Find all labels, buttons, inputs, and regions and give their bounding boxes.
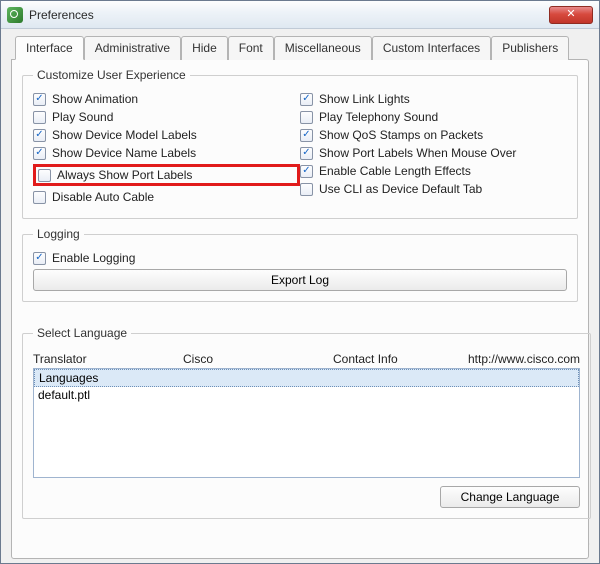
checkbox-icon <box>300 111 313 124</box>
group-customize: Customize User Experience Show Animation… <box>22 68 578 219</box>
export-log-button[interactable]: Export Log <box>33 269 567 291</box>
checkbox-label: Show Device Model Labels <box>52 128 197 142</box>
tab-miscellaneous[interactable]: Miscellaneous <box>274 36 372 60</box>
checkbox-enable-logging[interactable]: Enable Logging <box>33 251 567 265</box>
language-listbox[interactable]: Languagesdefault.ptl <box>33 368 580 478</box>
checkbox-label: Show Device Name Labels <box>52 146 196 160</box>
checkbox-show-device-name-labels[interactable]: Show Device Name Labels <box>33 146 300 160</box>
tab-panel: Customize User Experience Show Animation… <box>11 59 589 559</box>
group-language-title: Select Language <box>33 326 131 340</box>
checkbox-label: Enable Cable Length Effects <box>319 164 471 178</box>
tab-hide[interactable]: Hide <box>181 36 228 60</box>
change-language-button[interactable]: Change Language <box>440 486 580 508</box>
list-item[interactable]: Languages <box>34 369 579 387</box>
checkbox-label: Play Telephony Sound <box>319 110 438 124</box>
checkbox-label: Enable Logging <box>52 251 135 265</box>
header-cisco: Cisco <box>183 352 333 366</box>
checkbox-icon <box>33 93 46 106</box>
checkbox-icon <box>33 129 46 142</box>
content-area: Interface Administrative Hide Font Misce… <box>1 29 599 563</box>
group-language: Select Language Translator Cisco Contact… <box>22 326 591 519</box>
checkbox-label: Show Link Lights <box>319 92 410 106</box>
list-item[interactable]: default.ptl <box>34 387 579 403</box>
checkbox-label: Show Animation <box>52 92 138 106</box>
tab-administrative[interactable]: Administrative <box>84 36 181 60</box>
checkbox-play-sound[interactable]: Play Sound <box>33 110 300 124</box>
checkbox-label: Show Port Labels When Mouse Over <box>319 146 516 160</box>
preferences-window: Preferences ✕ Interface Administrative H… <box>0 0 600 564</box>
checkbox-icon <box>33 191 46 204</box>
checkbox-icon <box>300 147 313 160</box>
app-icon <box>7 7 23 23</box>
tabstrip: Interface Administrative Hide Font Misce… <box>15 36 589 60</box>
tab-custom-interfaces[interactable]: Custom Interfaces <box>372 36 491 60</box>
checkbox-use-cli-as-device-default-tab[interactable]: Use CLI as Device Default Tab <box>300 182 567 196</box>
titlebar: Preferences ✕ <box>1 1 599 29</box>
checkbox-show-port-labels-when-mouse-over[interactable]: Show Port Labels When Mouse Over <box>300 146 567 160</box>
group-logging: Logging Enable Logging Export Log <box>22 227 578 302</box>
header-contact: Contact Info <box>333 352 468 366</box>
checkbox-show-qos-stamps-on-packets[interactable]: Show QoS Stamps on Packets <box>300 128 567 142</box>
window-title: Preferences <box>29 8 549 22</box>
checkbox-icon <box>300 93 313 106</box>
checkbox-always-show-port-labels[interactable]: Always Show Port Labels <box>33 164 300 186</box>
checkbox-label: Use CLI as Device Default Tab <box>319 182 482 196</box>
checkbox-label: Play Sound <box>52 110 113 124</box>
checkbox-play-telephony-sound[interactable]: Play Telephony Sound <box>300 110 567 124</box>
checkbox-icon <box>300 129 313 142</box>
checkbox-show-animation[interactable]: Show Animation <box>33 92 300 106</box>
checkbox-icon <box>300 183 313 196</box>
header-translator: Translator <box>33 352 183 366</box>
tab-publishers[interactable]: Publishers <box>491 36 569 60</box>
checkbox-label: Show QoS Stamps on Packets <box>319 128 483 142</box>
header-url: http://www.cisco.com <box>468 352 580 366</box>
checkbox-label: Always Show Port Labels <box>57 168 192 182</box>
group-logging-title: Logging <box>33 227 84 241</box>
checkbox-show-device-model-labels[interactable]: Show Device Model Labels <box>33 128 300 142</box>
language-header-row: Translator Cisco Contact Info http://www… <box>33 352 580 366</box>
close-button[interactable]: ✕ <box>549 6 593 24</box>
tab-font[interactable]: Font <box>228 36 274 60</box>
checkbox-label: Disable Auto Cable <box>52 190 154 204</box>
checkbox-icon <box>33 252 46 265</box>
group-customize-title: Customize User Experience <box>33 68 190 82</box>
checkbox-icon <box>38 169 51 182</box>
checkbox-enable-cable-length-effects[interactable]: Enable Cable Length Effects <box>300 164 567 178</box>
checkbox-disable-auto-cable[interactable]: Disable Auto Cable <box>33 190 300 204</box>
checkbox-icon <box>33 147 46 160</box>
tab-interface[interactable]: Interface <box>15 36 84 60</box>
checkbox-icon <box>33 111 46 124</box>
checkbox-icon <box>300 165 313 178</box>
checkbox-show-link-lights[interactable]: Show Link Lights <box>300 92 567 106</box>
